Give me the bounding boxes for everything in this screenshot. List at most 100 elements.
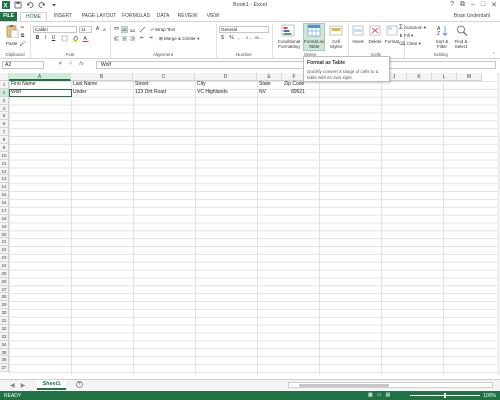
row-header-26[interactable]: 26 [0, 277, 9, 286]
increase-font-icon[interactable]: A [94, 26, 101, 33]
insert-cells-icon[interactable] [351, 24, 365, 37]
close-icon[interactable]: ✕ [491, 1, 497, 9]
row-header-16[interactable]: 16 [0, 199, 9, 207]
currency-button[interactable]: $ [219, 35, 226, 42]
increase-decimal-icon[interactable]: .0→ [245, 35, 252, 42]
row-header-33[interactable]: 33 [0, 332, 9, 341]
row-header-8[interactable]: 8 [0, 136, 9, 144]
column-header-e[interactable]: E [257, 73, 282, 81]
cell-styles-icon[interactable] [329, 24, 343, 37]
row-header-11[interactable]: 11 [0, 159, 9, 168]
decrease-font-icon[interactable]: A [101, 26, 108, 33]
sort-filter-label-2[interactable]: Filter [434, 44, 450, 49]
decrease-decimal-icon[interactable]: .00→ [254, 35, 262, 42]
column-header-d[interactable]: D [195, 73, 257, 81]
align-center-icon[interactable] [121, 35, 128, 42]
font-size-select[interactable]: 11 [79, 26, 92, 33]
format-cells-icon[interactable] [385, 24, 399, 37]
column-header-b[interactable]: B [71, 73, 133, 81]
cell-f1[interactable]: Zip Code [283, 81, 307, 89]
conditional-formatting-label-2[interactable]: Formatting [275, 44, 303, 49]
tab-review[interactable]: REVIEW [175, 12, 200, 21]
column-header-k[interactable]: K [407, 73, 432, 81]
minimize-icon[interactable]: – [471, 1, 475, 9]
find-select-label-2[interactable]: Select [452, 44, 470, 49]
row-header-17[interactable]: 17 [0, 206, 9, 215]
page-layout-view-icon[interactable]: ▭ [377, 392, 382, 398]
cell-f2[interactable]: 89521 [283, 89, 307, 97]
row-header-30[interactable]: 30 [0, 309, 9, 318]
align-top-icon[interactable] [113, 26, 120, 33]
cell-d2[interactable]: VC Highlands [196, 89, 257, 97]
confirm-entry-icon[interactable]: ✓ [69, 61, 74, 67]
name-box[interactable]: A2 [2, 61, 44, 69]
underline-button[interactable]: U [50, 35, 57, 42]
row-header-6[interactable]: 6 [0, 120, 9, 129]
ribbon-display-icon[interactable]: ⧉ [460, 1, 465, 9]
column-header-m[interactable]: M [457, 73, 482, 81]
column-header-l[interactable]: L [432, 73, 457, 81]
cell-e2[interactable]: NV [258, 89, 282, 97]
row-header-20[interactable]: 20 [0, 230, 9, 239]
comma-button[interactable]: , [235, 35, 242, 42]
row-header-36[interactable]: 36 [0, 356, 9, 365]
cancel-entry-icon[interactable]: ✕ [58, 61, 63, 67]
help-icon[interactable]: ? [450, 1, 454, 9]
cell-b2[interactable]: Under [72, 89, 133, 97]
cell-c1[interactable]: Street [134, 81, 195, 89]
tab-page-layout[interactable]: PAGE LAYOUT [79, 12, 119, 21]
row-header-12[interactable]: 12 [0, 167, 9, 176]
column-header-c[interactable]: C [133, 73, 195, 81]
sheet-tab-sheet1[interactable]: Sheet1 [37, 380, 66, 390]
horizontal-scrollbar[interactable] [288, 382, 493, 388]
row-header-15[interactable]: 15 [0, 191, 9, 200]
autosum-button[interactable]: Σ AutoSum ▾ [399, 25, 426, 31]
row-header-25[interactable]: 25 [0, 269, 9, 278]
cell-b1[interactable]: Last Name [72, 81, 133, 89]
row-header-37[interactable]: 37 [0, 364, 9, 373]
align-bottom-icon[interactable] [129, 26, 136, 33]
zoom-slider-thumb[interactable] [444, 393, 446, 398]
row-header-19[interactable]: 19 [0, 222, 9, 231]
align-middle-icon[interactable] [121, 26, 128, 33]
merge-center-button[interactable]: ⊞ Merge & Center ▾ [159, 36, 199, 42]
row-header-21[interactable]: 21 [0, 238, 9, 247]
copy-icon[interactable]: ⧉ [19, 33, 26, 40]
cell-c2[interactable]: 123 Dirt Road [134, 89, 195, 97]
row-header-24[interactable]: 24 [0, 262, 9, 270]
italic-button[interactable]: I [42, 35, 49, 42]
fill-button[interactable]: ⬇ Fill ▾ [399, 33, 413, 39]
increase-indent-icon[interactable]: ⇥ [147, 35, 154, 42]
row-header-34[interactable]: 34 [0, 340, 9, 349]
collapse-ribbon-icon[interactable]: ⌃ [492, 52, 496, 58]
formula-input[interactable]: Wolf [96, 61, 496, 69]
wrap-text-button[interactable]: ⏎ Wrap Text [150, 27, 175, 33]
row-header-22[interactable]: 22 [0, 246, 9, 255]
format-painter-icon[interactable]: 🖌 [19, 41, 26, 48]
row-header-32[interactable]: 32 [0, 324, 9, 333]
fill-color-icon[interactable] [72, 35, 79, 42]
clear-button[interactable]: ⌫ Clear ▾ [399, 41, 421, 47]
row-header-29[interactable]: 29 [0, 301, 9, 310]
scroll-thumb[interactable] [299, 384, 389, 387]
number-format-select[interactable]: General [219, 26, 269, 33]
find-select-icon[interactable] [455, 24, 469, 37]
paste-button[interactable]: Paste [6, 41, 18, 46]
percent-button[interactable]: % [228, 35, 235, 42]
tab-insert[interactable]: INSERT [50, 12, 76, 21]
font-name-select[interactable]: Calibri [33, 26, 77, 33]
tab-data[interactable]: DATA [153, 12, 173, 21]
row-header-18[interactable]: 18 [0, 214, 9, 223]
insert-cells-button[interactable]: Insert [350, 39, 366, 44]
maximize-icon[interactable]: □ [481, 1, 485, 9]
row-header-23[interactable]: 23 [0, 254, 9, 262]
prev-sheet-icon[interactable]: ◀ [10, 382, 15, 389]
row-header-28[interactable]: 28 [0, 293, 9, 302]
row-header-10[interactable]: 10 [0, 151, 9, 160]
align-left-icon[interactable] [113, 35, 120, 42]
column-header-a[interactable]: A [9, 73, 71, 81]
font-color-icon[interactable]: A [82, 35, 89, 42]
tab-view[interactable]: VIEW [203, 12, 223, 21]
row-header-4[interactable]: 4 [0, 104, 9, 113]
delete-cells-button[interactable]: Delete [366, 39, 384, 44]
